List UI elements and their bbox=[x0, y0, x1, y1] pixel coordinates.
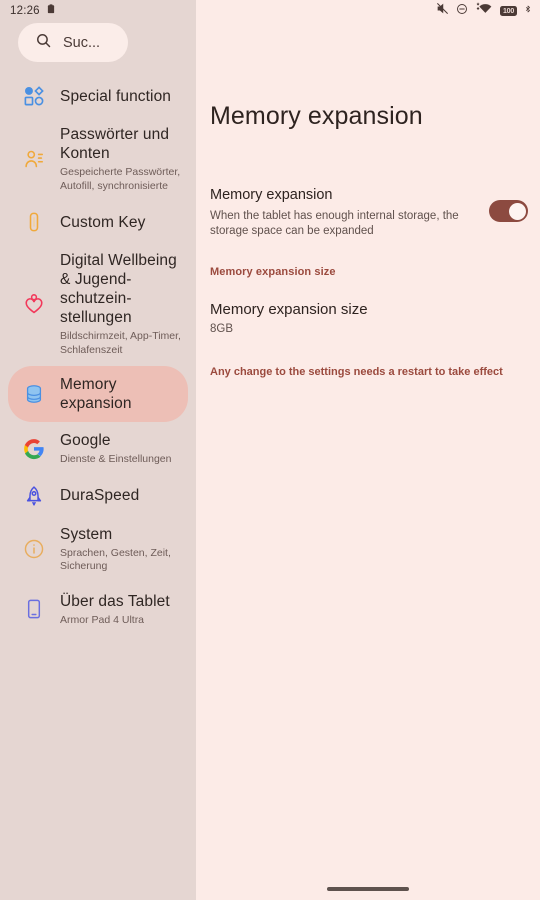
sidebar-item-subtitle: Dienste & Einstellungen bbox=[60, 453, 172, 465]
toggle-knob bbox=[508, 202, 526, 220]
sidebar-item-text: Über das Tablet Armor Pad 4 Ultra bbox=[54, 592, 184, 628]
memory-expansion-size-value: 8GB bbox=[210, 323, 234, 335]
section-header-memory-expansion-size: Memory expansion size bbox=[210, 266, 336, 278]
sidebar-item-subtitle: Gespeicherte Passwörter, Autofill, synch… bbox=[60, 166, 181, 192]
sidebar-item-subtitle: Sprachen, Gesten, Zeit, Sicherung bbox=[60, 546, 171, 573]
sidebar-item-subtitle: Armor Pad 4 Ultra bbox=[60, 613, 145, 626]
home-gesture-bar[interactable] bbox=[327, 887, 409, 891]
memory-expansion-toggle-title: Memory expansion bbox=[210, 187, 333, 203]
restart-required-note: Any change to the settings needs a resta… bbox=[210, 366, 503, 378]
sidebar-item-custom-key[interactable]: Custom Key bbox=[0, 202, 196, 242]
sidebar-item-title: Special function bbox=[60, 87, 172, 105]
settings-detail-panel: Memory expansion Memory expansion When t… bbox=[196, 0, 540, 900]
sidebar-item-title: System bbox=[60, 525, 113, 543]
memory-expansion-toggle-description: When the tablet has enough internal stor… bbox=[210, 210, 459, 237]
sidebar-item-special-function[interactable]: Special function bbox=[0, 76, 196, 116]
person-key-icon bbox=[14, 148, 54, 170]
memory-expansion-toggle-switch[interactable] bbox=[489, 200, 528, 222]
sidebar-item-title: Memory expansion bbox=[60, 376, 132, 412]
sidebar-item-title: Custom Key bbox=[60, 213, 146, 231]
settings-sidebar: Suc... Special function bbox=[0, 0, 196, 900]
sidebar-item-passwords-accounts[interactable]: Passwör­ter und Konten Gespeicherte Pass… bbox=[0, 116, 196, 202]
sidebar-item-about-tablet[interactable]: Über das Tablet Armor Pad 4 Ultra bbox=[0, 583, 196, 637]
heart-person-icon bbox=[14, 293, 54, 315]
sidebar-item-title: Über das Tablet bbox=[60, 592, 170, 610]
sidebar-item-title: Passwör­ter und Konten bbox=[60, 126, 170, 162]
database-icon bbox=[14, 383, 54, 405]
memory-expansion-size-title: Memory expansion size bbox=[210, 301, 368, 318]
memory-expansion-toggle-row[interactable]: Memory expansion When the tablet has eno… bbox=[210, 186, 528, 238]
settings-screen: Suc... Special function bbox=[0, 0, 540, 900]
sidebar-item-text: Digital Wellbeing & Jugend­schutzein­ste… bbox=[54, 251, 184, 357]
sidebar-item-text: Special function bbox=[54, 87, 184, 106]
tablet-icon bbox=[14, 598, 54, 620]
search-input-value: Suc... bbox=[63, 34, 101, 51]
memory-expansion-size-row[interactable]: Memory expansion size 8GB bbox=[210, 300, 528, 335]
info-circle-icon bbox=[14, 538, 54, 560]
sidebar-item-google[interactable]: Google Dienste & Einstellungen bbox=[0, 422, 196, 476]
sidebar-nav-list: Special function Passwör­ter und Konten bbox=[0, 76, 196, 636]
rocket-icon bbox=[14, 485, 54, 507]
sidebar-item-digital-wellbeing[interactable]: Digital Wellbeing & Jugend­schutzein­ste… bbox=[0, 242, 196, 366]
sidebar-item-title: DuraS­peed bbox=[60, 487, 140, 504]
custom-key-icon bbox=[14, 211, 54, 233]
sidebar-item-title: Digital Wellbeing & Jugend­schutzein­ste… bbox=[60, 252, 177, 326]
search-icon bbox=[35, 32, 52, 54]
page-title: Memory expansion bbox=[210, 102, 423, 130]
sidebar-item-system[interactable]: System Sprachen, Gesten, Zeit, Sicherung bbox=[0, 516, 196, 583]
memory-expansion-toggle-texts: Memory expansion When the tablet has eno… bbox=[210, 186, 489, 238]
shapes-icon bbox=[14, 85, 54, 107]
search-input[interactable]: Suc... bbox=[18, 23, 128, 62]
sidebar-item-title: Google bbox=[60, 432, 111, 449]
sidebar-item-text: Custom Key bbox=[54, 213, 184, 232]
google-g-icon bbox=[14, 438, 54, 460]
sidebar-item-memory-expansion[interactable]: Memory expansion bbox=[8, 366, 188, 422]
sidebar-item-text: Memory expansion bbox=[54, 375, 176, 413]
sidebar-item-text: Google Dienste & Einstellungen bbox=[54, 431, 184, 467]
sidebar-item-text: System Sprachen, Gesten, Zeit, Sicherung bbox=[54, 525, 184, 574]
sidebar-item-subtitle: Bildschirmzeit, App-Timer, Schlafenszeit bbox=[60, 330, 181, 356]
sidebar-item-text: Passwör­ter und Konten Gespeicherte Pass… bbox=[54, 125, 184, 193]
sidebar-item-text: DuraS­peed bbox=[54, 486, 184, 505]
sidebar-item-duraspeed[interactable]: DuraS­peed bbox=[0, 476, 196, 516]
